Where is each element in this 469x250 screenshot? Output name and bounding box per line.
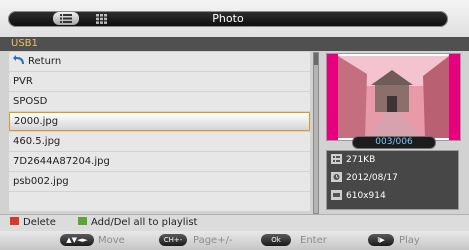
scrollbar-thumb[interactable] [314,53,318,65]
list-item-file[interactable]: 460.5.jpg [9,132,310,151]
photo-preview [326,53,461,141]
list-item-folder[interactable]: PVR [9,72,310,91]
enter-label: Enter [300,235,327,246]
title-pill: Photo [8,11,448,27]
file-size-icon [331,153,342,164]
remote-key-bar: ▲▼◄► Move CH+- Page+/- Ok Enter I▶ Play [0,231,469,250]
photo-info-panel: 271KB 2012/08/17 610x914 [326,150,459,210]
return-icon [13,55,24,64]
preview-image [327,54,460,140]
info-size: 271KB [327,151,458,169]
move-key-icon: ▲▼◄► [60,234,94,246]
green-key-icon [78,217,87,225]
list-scrollbar[interactable] [313,52,319,214]
list-item-file[interactable]: psb002.jpg [9,172,310,191]
list-item-folder[interactable]: SPOSD [9,92,310,111]
page-key-icon: CH+- [159,234,187,246]
playlist-hint[interactable]: Add/Del all to playlist [78,215,197,231]
delete-hint[interactable]: Delete [10,215,56,231]
list-item-label: 2000.jpg [14,116,59,127]
info-resolution: 610x914 [327,187,458,205]
page-title: Photo [212,12,244,25]
ok-key-icon: Ok [261,234,291,246]
list-item-label: Return [28,56,62,67]
title-bar: Photo [0,0,469,37]
info-date: 2012/08/17 [327,169,458,187]
list-item-return[interactable]: Return [9,52,310,71]
list-item-file[interactable]: 7D2644A87204.jpg [9,152,310,171]
list-item-empty [9,192,310,211]
list-item-label: 460.5.jpg [13,136,61,147]
photo-counter: 003/006 [352,136,436,149]
color-key-hints: Delete Add/Del all to playlist [0,215,469,231]
list-item-file-selected[interactable]: 2000.jpg [9,112,310,131]
list-item-label: 7D2644A87204.jpg [13,156,110,167]
red-key-icon [10,217,19,225]
date-icon [331,171,342,182]
list-item-label: PVR [13,76,33,87]
list-item-label: SPOSD [13,96,48,107]
resolution-icon [331,189,342,200]
move-label: Move [98,235,125,246]
list-item-label: psb002.jpg [13,176,69,187]
page-label: Page+/- [193,235,233,246]
play-label: Play [399,235,420,246]
file-list: Return PVR SPOSD 2000.jpg 460.5.jpg 7D26… [9,52,310,212]
play-key-icon: I▶ [368,234,394,246]
photo-browser: Photo USB1 Return PVR SPOSD 2000.jpg 460… [0,0,469,250]
source-label: USB1 [0,37,469,51]
